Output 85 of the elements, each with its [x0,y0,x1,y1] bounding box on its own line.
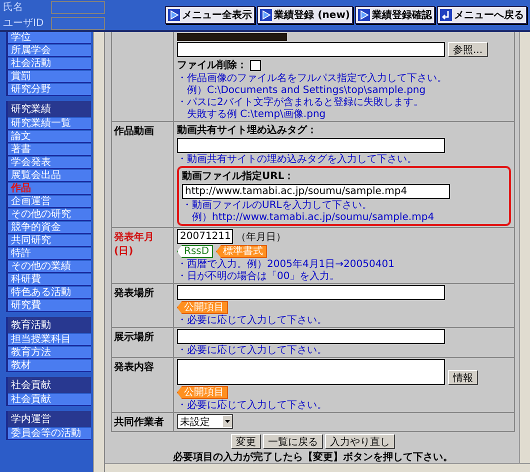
play-icon [168,9,180,21]
hint-text: ・日が不明の場合は「00」を入力。 [177,271,341,282]
hint-text: ・必要に応じて入力して下さい。 [177,400,328,411]
sidebar-item[interactable]: 学位 [8,32,91,44]
row-label: 展示場所 [112,328,174,358]
sidebar-item[interactable]: 著書 [8,144,91,156]
hint-text: ・パスに2バイト文字が含まれると登録に失敗します。 [177,97,424,108]
field-label: 氏名 [3,0,24,14]
sidebar-item[interactable]: 担当授業科目 [8,334,91,346]
text-field[interactable]: http://www.tamabi.ac.jp/soumu/sample.mp4 [182,184,450,199]
sidebar-item[interactable]: 委員会等の活動 [8,428,91,440]
hint-text: ・動画ファイルのURLを入力して下さい。 [182,200,373,211]
tag-label: RssD [177,245,214,258]
tag-label: 公開項目 [177,386,228,399]
text-field[interactable] [177,138,445,153]
unit-label: （年月日） [236,230,286,244]
example-text: 失敗する例 C:\temp\画像.png [186,109,327,120]
scrollbar[interactable] [105,463,530,472]
sidebar-item[interactable]: その他の業績 [8,261,91,273]
scrollbar[interactable] [93,32,104,472]
sidebar-item[interactable]: 特色ある活動 [8,287,91,299]
field-label: ユーザID [3,17,45,30]
file-path-field[interactable] [177,42,445,57]
text-field[interactable] [177,329,445,344]
sidebar-item[interactable]: 教育方法 [8,347,91,359]
section-header: 研究業績 [8,101,91,117]
section-header: 教育活動 [8,317,91,333]
hint-text: ・作品画像のファイル名をフルパス指定で入力して下さい。 [177,73,448,84]
sidebar-item[interactable]: 学会発表 [8,157,91,169]
text-area[interactable] [177,359,445,385]
sidebar-item[interactable]: その他の研究 [8,209,91,221]
form-button[interactable]: 一覧に戻る [263,434,323,449]
sidebar-item[interactable]: 競争的資金 [8,222,91,234]
menu-button[interactable]: 業績登録 (new) [257,6,353,24]
play-icon [358,9,370,21]
field-label: 動画共有サイト埋め込みタグ： [177,124,318,137]
sidebar-item[interactable]: 論文 [8,131,91,143]
row-label: 発表場所 [112,284,174,328]
row-label: 発表内容 [112,358,174,413]
sidebar-item[interactable]: 社会活動 [8,58,91,70]
sidebar-item[interactable]: 企画運営 [8,196,91,208]
section-header: 社会貢献 [8,377,91,393]
row-label: 共同作業者 [112,413,174,432]
tag-label: 公開項目 [177,301,228,314]
sidebar-item[interactable]: 科研費 [8,274,91,286]
checkbox[interactable] [250,60,261,70]
example-text: 例）C:\Documents and Settings\top\sample.png [186,85,427,96]
sidebar-item[interactable]: 研究分野 [8,84,91,96]
row-label: 発表年月(日) [112,228,174,284]
browse-button[interactable]: 参照... [448,42,488,57]
dropdown[interactable]: 未設定 [177,414,233,429]
return-icon [440,9,452,21]
example-text: 例）http://www.tamabi.ac.jp/soumu/sample.mp4 [191,212,436,223]
text-field[interactable] [51,16,105,30]
sidebar-item[interactable]: 所属学会 [8,45,91,57]
info-button[interactable]: 情報 [448,370,478,385]
date-field[interactable]: 20071211 [177,229,233,244]
caret-icon [223,416,232,427]
sidebar-item[interactable]: 研究業績一覧 [8,118,91,130]
instruction-text: 必要項目の入力が完了したら【変更】ボタンを押して下さい。 [173,450,453,463]
section-header: 学内運営 [8,411,91,427]
tag-label: 標準書式 [216,245,268,258]
text-field[interactable] [51,0,105,14]
hint-text: ・必要に応じて入力して下さい。 [177,315,328,326]
form-button[interactable]: 入力やり直し [325,434,395,449]
form-button[interactable]: 変更 [231,434,261,449]
checkbox-label: ファイル削除： [177,58,247,72]
hint-text: ・西暦で入力。例）2005年4月1日→20050401 [177,259,396,270]
row-label: 作品動画 [112,122,174,228]
play-icon [260,9,272,21]
menu-button[interactable]: メニューへ戻る [437,6,527,24]
text-field[interactable] [177,285,445,300]
sidebar-item[interactable]: 賞罰 [8,71,91,83]
menu-button[interactable]: メニュー全表示 [165,6,256,24]
field-label: 動画ファイル指定URL： [182,169,296,183]
hint-text: ・必要に応じて入力して下さい。 [177,345,328,356]
sidebar-item[interactable]: 社会貢献 [8,394,91,406]
sidebar-item[interactable]: 展覧会出品 [8,170,91,182]
sidebar-item[interactable]: 教材 [8,360,91,372]
sidebar-item[interactable]: 共同研究 [8,235,91,247]
hint-text: ・動画共有サイトの埋め込みタグを入力して下さい。 [177,154,418,165]
sidebar-item[interactable]: 特許 [8,248,91,260]
scrollbar[interactable] [519,32,530,463]
sidebar-item[interactable]: 研究費 [8,300,91,312]
menu-button[interactable]: 業績登録確認 [355,6,435,24]
